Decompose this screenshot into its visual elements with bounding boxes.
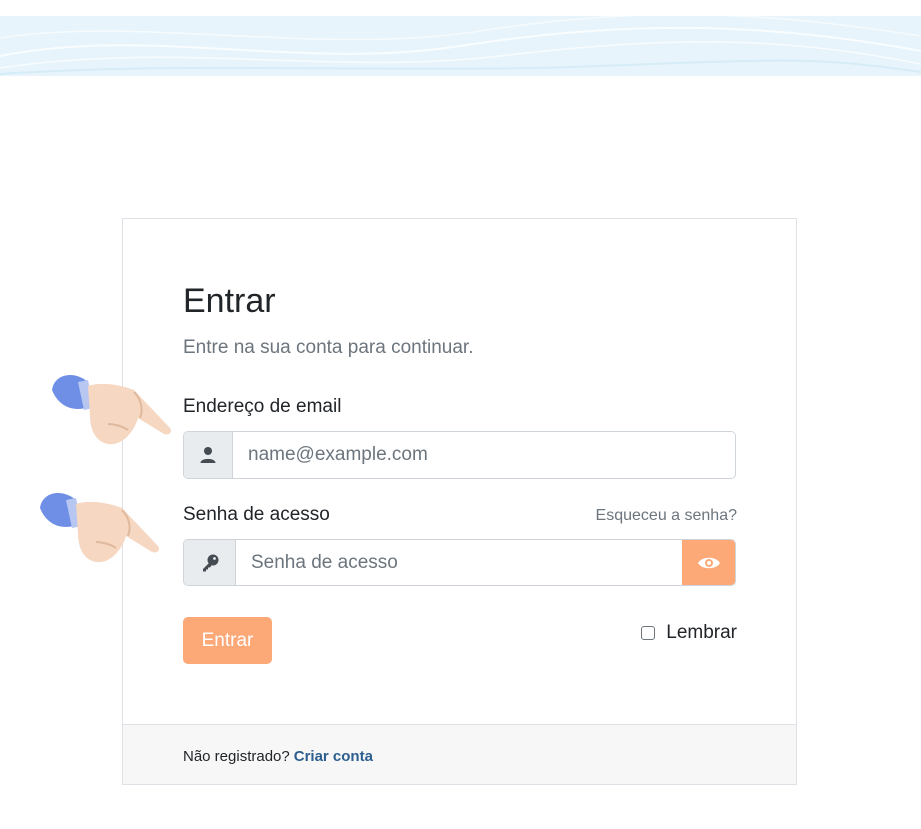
page-subtitle: Entre na sua conta para continuar. — [183, 337, 474, 358]
password-label: Senha de acesso — [183, 504, 330, 525]
email-input-group — [183, 431, 736, 479]
remember-checkbox[interactable] — [641, 626, 656, 640]
card-footer: Não registrado? Criar conta — [123, 724, 796, 784]
create-account-link[interactable]: Criar conta — [294, 748, 373, 765]
forgot-password-link[interactable]: Esqueceu a senha? — [596, 506, 737, 526]
pointing-hand-icon — [52, 375, 172, 445]
pointing-hand-icon — [40, 493, 160, 563]
remember-option[interactable]: Lembrar — [641, 620, 737, 646]
signup-prompt-text: Não registrado? — [183, 748, 290, 765]
decorative-banner — [0, 16, 921, 76]
email-field[interactable] — [233, 432, 735, 478]
submit-button[interactable]: Entrar — [183, 617, 272, 664]
wave-pattern — [0, 16, 921, 75]
password-input-group — [183, 539, 736, 586]
key-icon — [184, 540, 236, 585]
eye-icon — [697, 557, 720, 568]
user-icon — [184, 432, 233, 478]
signup-prompt: Não registrado? Criar conta — [183, 747, 373, 767]
page-title: Entrar — [183, 282, 276, 320]
toggle-password-button[interactable] — [682, 540, 735, 585]
remember-label: Lembrar — [666, 622, 737, 643]
login-card: Entrar Entre na sua conta para continuar… — [122, 218, 797, 785]
email-label: Endereço de email — [183, 396, 342, 417]
password-field[interactable] — [236, 540, 682, 585]
